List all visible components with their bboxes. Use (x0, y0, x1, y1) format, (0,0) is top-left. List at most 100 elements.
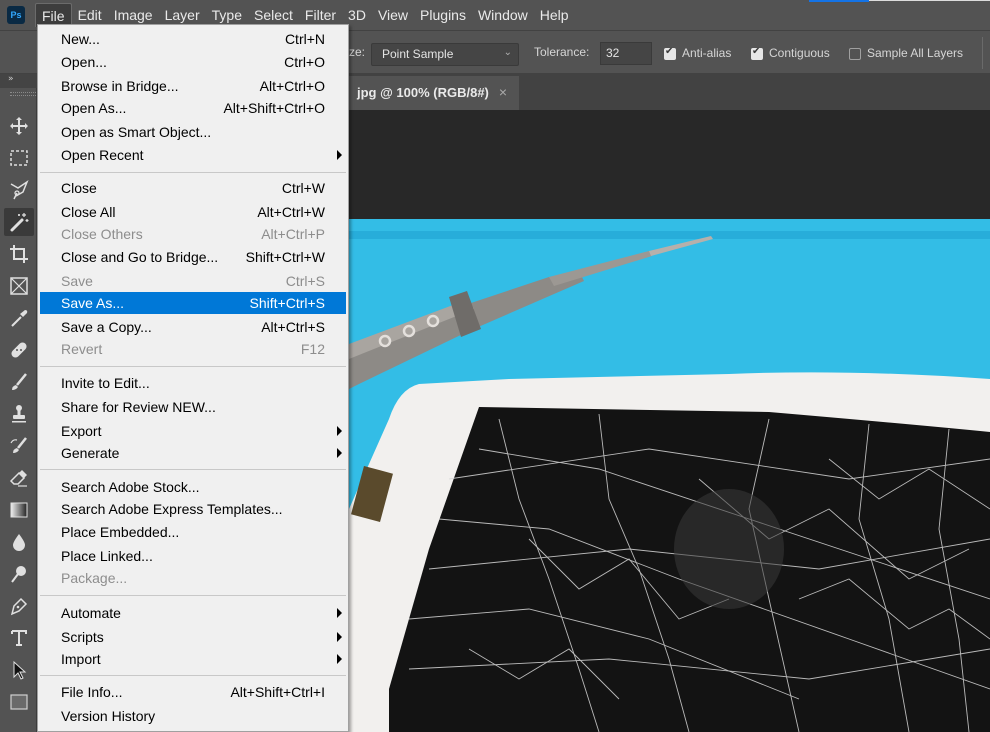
menu-item-label: Generate (61, 445, 120, 461)
menu-item-shortcut: Alt+Ctrl+S (261, 319, 325, 335)
lasso-tool-icon[interactable] (4, 176, 34, 204)
menu-item-open[interactable]: Open... Ctrl+O (40, 51, 346, 73)
menu-item-close[interactable]: Close Ctrl+W (40, 177, 346, 199)
menu-separator (40, 469, 346, 470)
menu-item-label: Save As... (61, 295, 125, 311)
menu-item-open-as[interactable]: Open As... Alt+Shift+Ctrl+O (40, 97, 346, 119)
menu-separator (40, 675, 346, 676)
menu-item-shortcut: Alt+Ctrl+P (261, 226, 325, 242)
menu-item-label: Close (61, 180, 97, 196)
menu-item-label: Open As... (61, 100, 127, 116)
menu-item-label: File Info... (61, 684, 123, 700)
blur-tool-icon[interactable] (4, 528, 34, 556)
photoshop-logo-icon: Ps (7, 6, 25, 24)
menu-item-export[interactable]: Export (40, 420, 346, 442)
menu-item-label: Search Adobe Stock... (61, 479, 200, 495)
gradient-tool-icon[interactable] (4, 496, 34, 524)
collapse-panel-icon[interactable]: » (8, 74, 14, 84)
menu-item-automate[interactable]: Automate (40, 602, 346, 624)
menu-item-import[interactable]: Import (40, 648, 346, 670)
submenu-arrow-icon (337, 426, 342, 436)
menu-item-label: Package... (61, 570, 128, 586)
menu-item-label: Invite to Edit... (61, 375, 150, 391)
sample-size-label: ze: (349, 45, 366, 59)
close-icon[interactable]: × (499, 84, 507, 100)
menu-item-browse-in-bridge[interactable]: Browse in Bridge... Alt+Ctrl+O (40, 75, 346, 97)
healing-brush-tool-icon[interactable] (4, 336, 34, 364)
menu-item-save-as[interactable]: Save As... Shift+Ctrl+S (40, 292, 346, 314)
menu-separator (40, 366, 346, 367)
frame-tool-icon[interactable] (4, 272, 34, 300)
rectangular-marquee-tool-icon[interactable] (4, 144, 34, 172)
menu-item-label: Close All (61, 204, 116, 220)
menu-window[interactable]: Window (472, 3, 534, 27)
magic-wand-tool-icon[interactable] (4, 208, 34, 236)
anti-alias-checkbox[interactable] (664, 46, 676, 60)
menu-item-version-history[interactable]: Version History (40, 705, 346, 727)
brush-tool-icon[interactable] (4, 368, 34, 396)
menu-item-place-linked[interactable]: Place Linked... (40, 545, 346, 567)
menu-item-open-recent[interactable]: Open Recent (40, 144, 346, 166)
submenu-arrow-icon (337, 448, 342, 458)
rectangle-tool-icon[interactable] (4, 688, 34, 716)
menu-item-label: Open... (61, 54, 107, 70)
menu-item-shortcut: Alt+Ctrl+W (257, 204, 325, 220)
panel-grip[interactable] (10, 92, 36, 96)
window-edge-line (869, 0, 990, 1)
path-selection-tool-icon[interactable] (4, 656, 34, 684)
tolerance-input[interactable]: 32 (600, 42, 652, 65)
menu-plugins[interactable]: Plugins (414, 3, 472, 27)
options-divider (982, 37, 983, 69)
menu-item-save-a-copy[interactable]: Save a Copy... Alt+Ctrl+S (40, 316, 346, 338)
type-tool-icon[interactable] (4, 624, 34, 652)
menu-item-new[interactable]: New... Ctrl+N (40, 28, 346, 50)
menu-item-shortcut: Ctrl+O (284, 54, 325, 70)
pen-tool-icon[interactable] (4, 592, 34, 620)
file-menu-dropdown: New... Ctrl+N Open... Ctrl+O Browse in B… (37, 24, 349, 732)
menu-item-search-adobe-express-templates[interactable]: Search Adobe Express Templates... (40, 498, 346, 520)
history-brush-tool-icon[interactable] (4, 432, 34, 460)
submenu-arrow-icon (337, 150, 342, 160)
menu-item-shortcut: F12 (300, 341, 325, 357)
menu-item-label: Save (61, 273, 93, 289)
menu-separator (40, 595, 346, 596)
clone-stamp-tool-icon[interactable] (4, 400, 34, 428)
menu-item-label: Automate (61, 605, 121, 621)
submenu-arrow-icon (337, 608, 342, 618)
menu-view[interactable]: View (372, 3, 414, 27)
menu-item-label: Place Linked... (61, 548, 153, 564)
menu-item-scripts[interactable]: Scripts (40, 626, 346, 648)
crop-tool-icon[interactable] (4, 240, 34, 268)
contiguous-checkbox[interactable] (751, 46, 763, 60)
menu-item-generate[interactable]: Generate (40, 442, 346, 464)
menu-item-label: Import (61, 651, 101, 667)
menu-item-place-embedded[interactable]: Place Embedded... (40, 521, 346, 543)
sample-all-layers-checkbox[interactable] (849, 48, 861, 60)
eyedropper-tool-icon[interactable] (4, 304, 34, 332)
document-image[interactable] (349, 219, 990, 732)
sample-size-value: Point Sample (382, 47, 454, 61)
menu-item-close-all[interactable]: Close All Alt+Ctrl+W (40, 201, 346, 223)
menu-item-close-and-go-to-bridge[interactable]: Close and Go to Bridge... Shift+Ctrl+W (40, 246, 346, 268)
eraser-tool-icon[interactable] (4, 464, 34, 492)
move-tool-icon[interactable] (4, 112, 34, 140)
menu-item-shortcut: Ctrl+S (285, 273, 325, 289)
menu-item-label: Share for Review NEW... (61, 399, 216, 415)
menu-item-label: New... (61, 31, 100, 47)
submenu-arrow-icon (337, 654, 342, 664)
menu-item-file-info[interactable]: File Info... Alt+Shift+Ctrl+I (40, 681, 346, 703)
menu-item-label: Place Embedded... (61, 524, 180, 540)
menu-item-open-as-smart-object[interactable]: Open as Smart Object... (40, 121, 346, 143)
menu-item-share-for-review[interactable]: Share for Review NEW... (40, 396, 346, 418)
menu-item-shortcut: Alt+Shift+Ctrl+O (223, 100, 325, 116)
tools-panel-header: » (0, 74, 37, 88)
menu-item-search-adobe-stock[interactable]: Search Adobe Stock... (40, 476, 346, 498)
document-tab[interactable]: jpg @ 100% (RGB/8#) × (347, 76, 519, 110)
dodge-tool-icon[interactable] (4, 560, 34, 588)
menu-item-label: Browse in Bridge... (61, 78, 179, 94)
menu-item-shortcut: Ctrl+N (284, 31, 325, 47)
sample-size-select[interactable]: Point Sample ⌄ (371, 43, 519, 66)
menu-item-save: Save Ctrl+S (40, 270, 346, 292)
menu-help[interactable]: Help (534, 3, 575, 27)
menu-item-invite-to-edit[interactable]: Invite to Edit... (40, 372, 346, 394)
